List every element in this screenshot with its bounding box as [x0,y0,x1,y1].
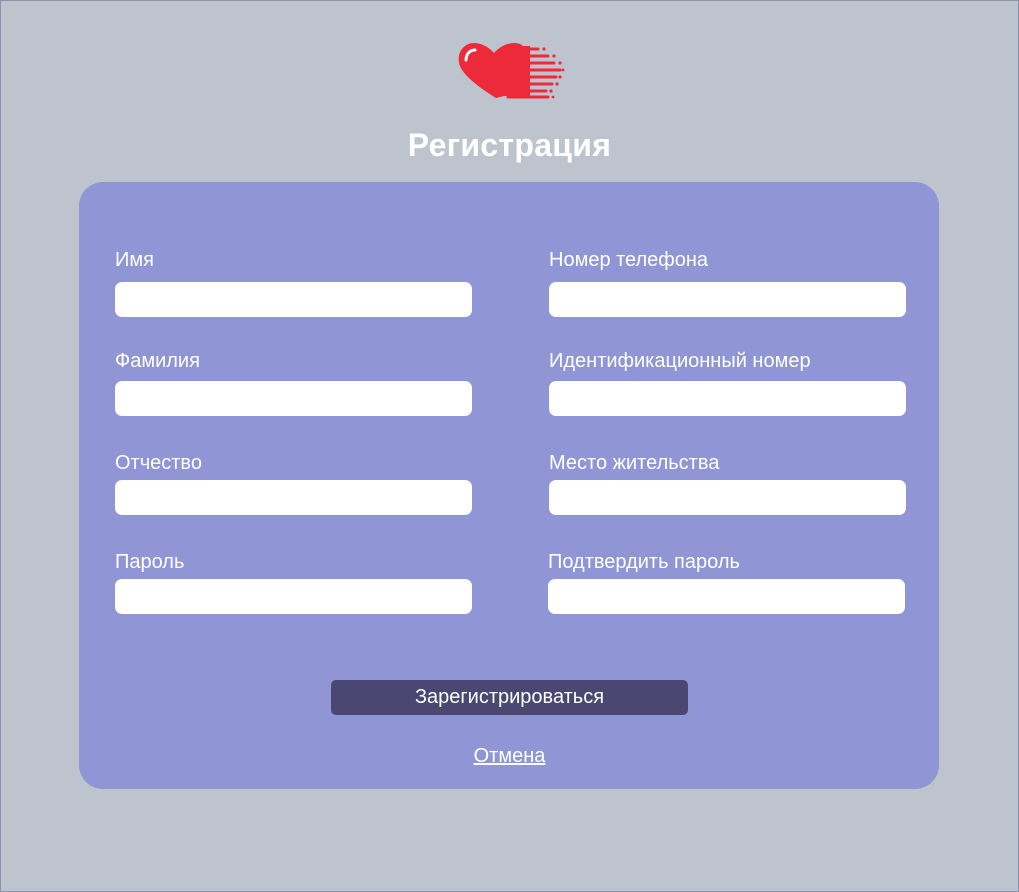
password-input[interactable] [115,579,472,614]
speeding-heart-icon [458,43,565,99]
register-button[interactable]: Зарегистрироваться [331,680,688,715]
residence-input[interactable] [549,480,906,515]
first-name-input[interactable] [115,282,472,317]
first-name-label: Имя [115,249,154,271]
password-label: Пароль [115,551,185,573]
cancel-link[interactable]: Отмена [474,745,546,767]
patronymic-label: Отчество [115,452,202,474]
id-number-input[interactable] [549,381,906,416]
page-title: Регистрация [407,127,612,163]
patronymic-input[interactable] [115,480,472,515]
phone-label: Номер телефона [549,249,709,271]
confirm-password-input[interactable] [548,579,905,614]
phone-input[interactable] [549,282,906,317]
last-name-label: Фамилия [115,350,200,372]
confirm-password-label: Подтвердить пароль [548,551,740,573]
cancel-container: Отмена [0,744,1019,768]
residence-label: Место жительства [549,452,720,474]
id-number-label: Идентификационный номер [549,350,811,372]
last-name-input[interactable] [115,381,472,416]
